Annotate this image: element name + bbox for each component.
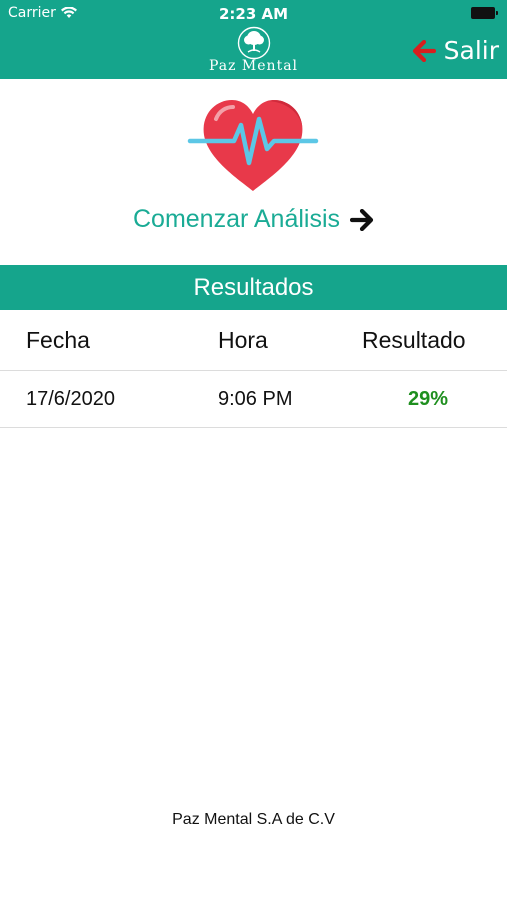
footer-text: Paz Mental S.A de C.V — [172, 811, 335, 828]
heart-pulse-icon — [187, 100, 319, 191]
table-row[interactable]: 17/6/2020 9:06 PM 29% — [0, 371, 507, 428]
exit-button[interactable]: Salir — [412, 36, 499, 65]
results-table: Fecha Hora Resultado 17/6/2020 9:06 PM 2… — [0, 310, 507, 428]
start-analysis-label: Comenzar Análisis — [132, 205, 341, 233]
column-header-hora: Hora — [218, 326, 268, 353]
cell-resultado: 29% — [407, 387, 449, 410]
column-header-fecha: Fecha — [26, 326, 90, 353]
analysis-section: Comenzar Análisis — [0, 79, 507, 265]
cell-fecha: 17/6/2020 — [26, 387, 115, 410]
table-header-row: Fecha Hora Resultado — [0, 310, 507, 371]
battery-icon — [471, 7, 499, 19]
arrow-right-icon — [350, 208, 374, 231]
header: Carrier 2:23 AM Paz Mental Salir — [0, 0, 507, 79]
status-time: 2:23 AM — [218, 5, 289, 23]
tree-logo-icon — [237, 26, 270, 60]
start-analysis-button[interactable]: Comenzar Análisis — [0, 205, 507, 234]
cell-hora: 9:06 PM — [218, 387, 293, 410]
results-header: Resultados — [0, 265, 507, 310]
status-bar: Carrier 2:23 AM — [0, 0, 507, 28]
exit-label: Salir — [443, 36, 499, 65]
arrow-left-icon — [412, 39, 436, 62]
column-header-resultado: Resultado — [362, 326, 466, 353]
